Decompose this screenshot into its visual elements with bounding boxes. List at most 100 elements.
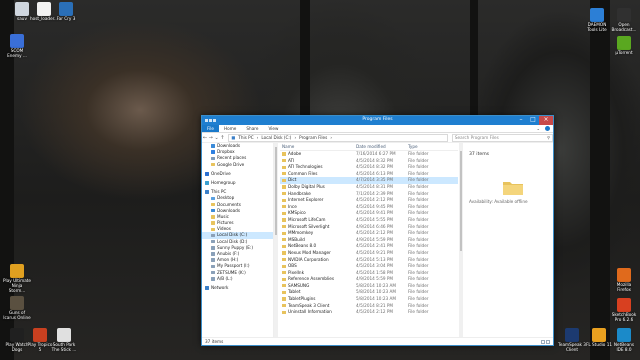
drive-c-icon <box>211 233 215 238</box>
sidebar-item-label: Local Disk (D:) <box>217 238 248 244</box>
sidebar-item-label: Anubis (F:) <box>217 251 240 256</box>
app-icon <box>617 268 631 282</box>
title-bar[interactable]: Program Files – □ × <box>202 116 553 125</box>
table-row[interactable]: Microsoft LifeCam 4/5/2014 5:55 PM File fo… <box>280 217 458 224</box>
tab-share[interactable]: Share <box>241 126 263 131</box>
tab-view[interactable]: View <box>263 126 283 131</box>
up-button[interactable]: ↑ <box>219 135 225 141</box>
app-icon <box>565 328 579 342</box>
sidebar-item[interactable]: Homegroup <box>202 180 273 186</box>
desktop-icon[interactable]: South Park The Stick ... <box>50 328 78 353</box>
table-row[interactable]: Uninstall Information 4/5/2014 2:12 PM Fil… <box>280 309 458 316</box>
type-cell: File folder <box>408 177 429 183</box>
desktop-icon[interactable]: SketchBook Pro 6.2.6 <box>610 298 638 323</box>
table-row[interactable]: SAMSUNG 5/8/2014 10:23 AM File folder <box>280 283 458 290</box>
scrollbar-thumb[interactable] <box>275 147 277 235</box>
table-row[interactable]: NetBeans 8.0 4/5/2014 2:41 PM File folder <box>280 243 458 250</box>
details-view-icon[interactable] <box>541 340 545 344</box>
search-input[interactable]: Search Program Files ⚲ <box>451 133 553 142</box>
desktop-icon[interactable]: Open Broadcast... <box>610 8 638 33</box>
type-cell: File folder <box>408 249 429 255</box>
help-icon[interactable] <box>545 126 550 131</box>
date-modified-cell: 5/8/2014 10:23 AM <box>356 282 397 288</box>
table-row[interactable]: Handbrake 7/1/2014 2:39 PM File folder <box>280 191 458 198</box>
scrollbar-thumb[interactable] <box>460 151 462 251</box>
drive-icon <box>211 264 215 269</box>
desktop-icon[interactable]: SCOM Enemy ... <box>3 34 31 59</box>
desktop-icon-label: SCOM Enemy ... <box>7 48 27 58</box>
table-row[interactable]: Dolby Digital Plus 4/5/2014 8:31 PM File f… <box>280 184 458 191</box>
file-name-cell: OBS <box>280 263 356 270</box>
documents-icon <box>211 202 215 207</box>
breadcrumb-item[interactable]: This PC <box>238 135 253 141</box>
table-row[interactable]: Microsoft Silverlight 4/9/2014 6:46 PM Fil… <box>280 224 458 231</box>
file-name: Uninstall Information <box>288 309 332 315</box>
table-row[interactable]: Tablet 5/8/2014 10:23 AM File folder <box>280 289 458 296</box>
desktop-icon-label: Guns of Icarus Online <box>3 310 31 320</box>
table-row[interactable]: PixelInk 4/5/2014 1:58 PM File folder <box>280 270 458 277</box>
table-row[interactable]: NVIDIA Corporation 4/5/2014 5:13 PM File f… <box>280 257 458 264</box>
folder-icon <box>282 152 286 156</box>
desktop-icon[interactable]: TeamSpeak 3 Client <box>558 328 586 353</box>
breadcrumb[interactable]: ■ This PC › Local Disk (C:) › Program Fi… <box>228 133 448 142</box>
navigation-pane[interactable]: Downloads Dropbox Recent places Google Driv… <box>202 143 274 338</box>
column-date-modified[interactable]: Date modified <box>354 143 406 150</box>
table-row[interactable]: ATI Technologies 4/5/2014 8:32 PM File fol… <box>280 164 458 171</box>
desktop-icon[interactable]: Far Cry 3 <box>52 2 80 22</box>
navigation-scrollbar[interactable] <box>274 143 278 338</box>
app-icon <box>590 8 604 22</box>
table-row[interactable]: Ince 4/5/2014 9:45 PM File folder <box>280 204 458 211</box>
desktop-icon[interactable]: NetBeans IDE 8.0 <box>610 328 638 353</box>
table-row[interactable]: Adobe 7/16/2014 6:27 PM File folder <box>280 151 458 158</box>
desktop-icon-label: SketchBook Pro 6.2.6 <box>611 312 637 322</box>
date-modified-cell: 4/5/2014 9:45 PM <box>356 203 394 209</box>
table-row[interactable]: MMmomkey 4/5/2014 2:12 PM File folder <box>280 230 458 237</box>
sidebar-item[interactable]: A/B (L:) <box>202 276 273 282</box>
sidebar-item[interactable]: OneDrive <box>202 171 273 177</box>
desktop-icon[interactable]: µTorrent <box>610 36 638 56</box>
desktop-icon[interactable]: FL Studio 11 <box>585 328 613 348</box>
sidebar-item[interactable]: Network <box>202 285 273 291</box>
table-row[interactable]: TabletPlugins 5/8/2014 10:23 AM File folde… <box>280 296 458 303</box>
app-icon <box>617 298 631 312</box>
type-cell: File folder <box>408 296 429 302</box>
table-row[interactable]: KMSpico 4/5/2014 9:41 PM File folder <box>280 210 458 217</box>
close-button[interactable]: × <box>539 116 553 125</box>
table-row[interactable]: MSBuild 4/9/2014 5:59 PM File folder <box>280 237 458 244</box>
table-row[interactable]: Nexus Mod Manager 4/5/2014 9:21 PM File fo… <box>280 250 458 257</box>
column-type[interactable]: Type <box>406 143 448 150</box>
breadcrumb-item[interactable]: Program Files <box>299 135 327 141</box>
maximize-button[interactable]: □ <box>527 116 539 125</box>
file-name-cell: Internet Explorer <box>280 197 356 204</box>
column-name[interactable]: Name <box>280 143 354 150</box>
view-toggle[interactable] <box>540 339 550 344</box>
tab-file[interactable]: File <box>202 125 220 132</box>
table-row[interactable]: TeamSpeak 3 Client 4/5/2014 8:21 PM File f… <box>280 303 458 310</box>
table-row[interactable]: Reference Assemblies 4/9/2014 5:59 PM File… <box>280 276 458 283</box>
address-row: ← → ⌄ ↑ ■ This PC › Local Disk (C:) › Pr… <box>202 133 553 143</box>
desktop-icon[interactable]: DAEMON Tools Lite <box>583 8 611 33</box>
table-row[interactable]: Common Files 4/5/2014 6:13 PM File folder <box>280 171 458 178</box>
explorer-window[interactable]: Program Files – □ × File Home Share View… <box>201 115 554 346</box>
file-name-cell: ATI <box>280 158 356 165</box>
sidebar-item[interactable]: Google Drive <box>202 162 273 168</box>
file-name: Microsoft LifeCam <box>288 216 326 222</box>
minimize-button[interactable]: – <box>515 116 527 125</box>
expand-ribbon-button[interactable]: ⌄ <box>531 126 545 131</box>
file-list-scrollbar[interactable] <box>459 143 463 338</box>
date-modified-cell: 4/5/2014 5:55 PM <box>356 216 394 222</box>
table-row[interactable]: Dict 4/7/2014 3:35 PM File folder <box>280 177 458 184</box>
sidebar-item-label: A/B (L:) <box>217 275 233 281</box>
desktop-icon[interactable]: Mozilla Firefox <box>610 268 638 293</box>
table-row[interactable]: OBS 4/5/2014 3:04 PM File folder <box>280 263 458 270</box>
table-row[interactable]: ATI 4/5/2014 8:32 PM File folder <box>280 158 458 165</box>
file-name-cell: MMmomkey <box>280 230 356 237</box>
breadcrumb-item[interactable]: Local Disk (C:) <box>261 135 291 141</box>
desktop-icon[interactable]: Play Ultimate Ninja Storm... <box>3 264 31 293</box>
file-list[interactable]: Name Date modified Type Adobe 7/16/2014 6… <box>280 143 458 338</box>
table-row[interactable]: Internet Explorer 4/5/2014 2:12 PM File fo… <box>280 197 458 204</box>
large-icons-view-icon[interactable] <box>546 340 550 344</box>
desktop-icon[interactable]: Guns of Icarus Online <box>3 296 31 321</box>
file-name-cell: Tablet <box>280 289 356 296</box>
tab-home[interactable]: Home <box>219 126 241 131</box>
